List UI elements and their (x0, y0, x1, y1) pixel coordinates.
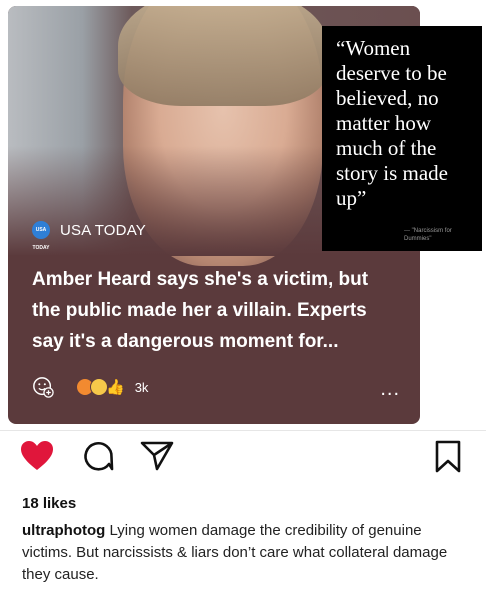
likes-count[interactable]: 18 likes (22, 495, 76, 512)
add-reaction-icon[interactable] (32, 376, 54, 398)
bookmark-icon[interactable] (434, 440, 462, 474)
quote-overlay: “Women deserve to be believed, no matter… (322, 26, 482, 251)
quote-attribution: --- "Narcissism for Dummies" (404, 228, 452, 242)
caption-username[interactable]: ultraphotog (22, 522, 105, 539)
portrait-hair (118, 6, 328, 106)
thumbs-up-icon: 👍 (106, 379, 125, 396)
card-actions: 👍 3k (32, 376, 148, 398)
news-headline[interactable]: Amber Heard says she's a victim, but the… (32, 264, 397, 357)
heart-icon[interactable] (20, 440, 54, 472)
source-name: USA TODAY (60, 221, 146, 239)
comment-icon[interactable] (82, 440, 114, 472)
reaction-count: 3k (134, 379, 149, 395)
news-source[interactable]: USA TODAY USA TODAY (32, 221, 146, 251)
quote-text: “Women deserve to be believed, no matter… (336, 36, 448, 210)
more-icon[interactable]: ... (380, 378, 400, 401)
divider (0, 430, 486, 431)
share-icon[interactable] (140, 440, 174, 472)
post-action-bar (0, 440, 486, 480)
post-caption: ultraphotog Lying women damage the credi… (22, 520, 462, 586)
usa-today-logo-icon: USA TODAY (32, 221, 50, 251)
reaction-summary[interactable]: 👍 3k (76, 378, 148, 396)
